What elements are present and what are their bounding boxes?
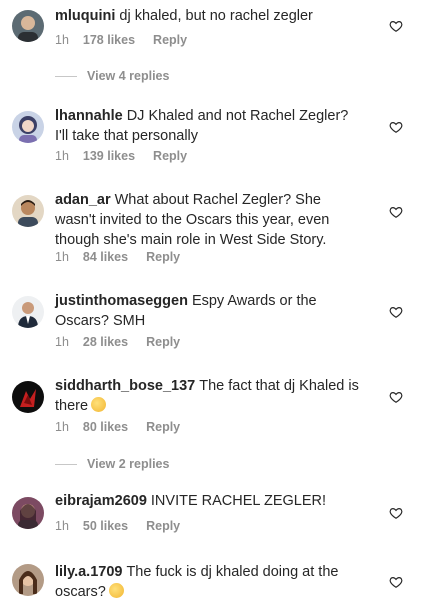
reply-button[interactable]: Reply xyxy=(146,420,180,434)
avatar-image xyxy=(12,497,44,529)
heart-outline-icon[interactable] xyxy=(389,120,403,134)
avatar[interactable] xyxy=(12,381,44,413)
comment-text: mluquini dj khaled, but no rachel zegler xyxy=(55,6,360,26)
avatar-image xyxy=(12,564,44,596)
comment-body: dj khaled, but no rachel zegler xyxy=(119,8,313,24)
comment-meta: 1h 80 likes Reply xyxy=(55,420,198,434)
reply-button[interactable]: Reply xyxy=(146,519,180,533)
comment-username[interactable]: mluquini xyxy=(55,8,115,24)
comment-meta: 1h 50 likes Reply xyxy=(55,519,198,533)
avatar[interactable] xyxy=(12,296,44,328)
avatar-image xyxy=(12,296,44,328)
reply-button[interactable]: Reply xyxy=(153,149,187,163)
replies-divider xyxy=(55,464,77,466)
heart-outline-icon[interactable] xyxy=(389,506,403,520)
view-replies-label[interactable]: View 4 replies xyxy=(87,69,169,83)
comment-username[interactable]: adan_ar xyxy=(55,192,111,208)
comment-text: siddharth_bose_137 The fact that dj Khale… xyxy=(55,376,360,416)
comment-likes[interactable]: 28 likes xyxy=(83,335,128,349)
comment-username[interactable]: eibrajam2609 xyxy=(55,493,147,509)
comment-username[interactable]: lily.a.1709 xyxy=(55,564,122,580)
comment-body: INVITE RACHEL ZEGLER! xyxy=(150,493,327,509)
laughing-emoji-icon xyxy=(108,583,124,598)
comment-likes[interactable]: 139 likes xyxy=(83,149,135,163)
avatar[interactable] xyxy=(12,497,44,529)
heart-outline-icon[interactable] xyxy=(389,305,403,319)
reply-button[interactable]: Reply xyxy=(153,33,187,47)
replies-divider xyxy=(55,76,77,78)
comment-meta: 1h 84 likes Reply xyxy=(55,250,198,264)
view-replies-button[interactable]: View 2 replies xyxy=(55,457,169,471)
heart-outline-icon[interactable] xyxy=(389,575,403,589)
avatar[interactable] xyxy=(12,564,44,596)
avatar-image xyxy=(12,195,44,227)
comment-likes[interactable]: 178 likes xyxy=(83,33,135,47)
comment-text: eibrajam2609 INVITE RACHEL ZEGLER! xyxy=(55,491,360,511)
comment-time: 1h xyxy=(55,335,69,349)
comment-meta: 1h 139 likes Reply xyxy=(55,149,205,163)
heart-outline-icon[interactable] xyxy=(389,390,403,404)
comment-meta: 1h 28 likes Reply xyxy=(55,335,198,349)
comment-text: justinthomaseggen Espy Awards or the Osca… xyxy=(55,291,360,331)
comment-text: adan_ar What about Rachel Zegler? She was… xyxy=(55,190,360,250)
avatar[interactable] xyxy=(12,111,44,143)
comment-time: 1h xyxy=(55,519,69,533)
comment-time: 1h xyxy=(55,33,69,47)
view-replies-label[interactable]: View 2 replies xyxy=(87,457,169,471)
view-replies-button[interactable]: View 4 replies xyxy=(55,69,169,83)
avatar[interactable] xyxy=(12,195,44,227)
heart-outline-icon[interactable] xyxy=(389,19,403,33)
comment-likes[interactable]: 84 likes xyxy=(83,250,128,264)
pleading-face-emoji-icon xyxy=(91,397,107,412)
comment-username[interactable]: justinthomaseggen xyxy=(55,293,188,309)
reply-button[interactable]: Reply xyxy=(146,250,180,264)
avatar[interactable] xyxy=(12,10,44,42)
comment-text: lily.a.1709 The fuck is dj khaled doing a… xyxy=(55,562,360,600)
heart-outline-icon[interactable] xyxy=(389,205,403,219)
avatar-image xyxy=(12,381,44,413)
avatar-image xyxy=(12,111,44,143)
avatar-image xyxy=(12,10,44,42)
comment-username[interactable]: siddharth_bose_137 xyxy=(55,378,195,394)
comment-text: lhannahle DJ Khaled and not Rachel Zegler… xyxy=(55,106,360,146)
comment-likes[interactable]: 80 likes xyxy=(83,420,128,434)
comment-username[interactable]: lhannahle xyxy=(55,108,123,124)
comment-time: 1h xyxy=(55,149,69,163)
comment-meta: 1h 178 likes Reply xyxy=(55,33,205,47)
reply-button[interactable]: Reply xyxy=(146,335,180,349)
comment-time: 1h xyxy=(55,420,69,434)
comment-time: 1h xyxy=(55,250,69,264)
comment-likes[interactable]: 50 likes xyxy=(83,519,128,533)
